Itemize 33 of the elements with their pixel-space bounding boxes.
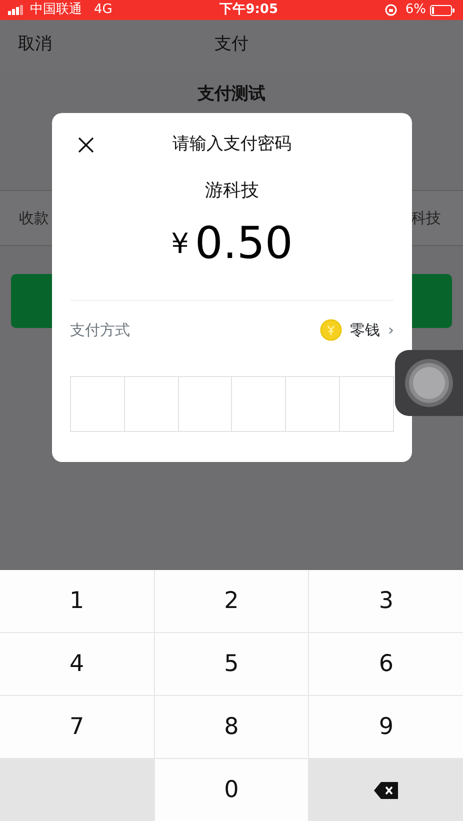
keypad-key[interactable]: 7 [0, 696, 154, 758]
payee-value: 科技 [411, 208, 441, 229]
keypad-key[interactable]: 5 [154, 633, 308, 695]
nav-title: 支付 [214, 33, 248, 56]
close-button[interactable] [76, 135, 96, 155]
dialog-title: 请输入支付密码 [172, 133, 292, 156]
backspace-icon [374, 782, 398, 798]
merchant-name: 游科技 [205, 180, 259, 201]
payment-amount: 0.50 [194, 222, 293, 266]
keypad-key[interactable]: 4 [0, 633, 154, 695]
keypad-key[interactable]: 2 [154, 570, 308, 632]
cancel-button[interactable]: 取消 [18, 32, 52, 58]
rotation-lock-icon [385, 4, 398, 16]
carrier-name: 中国联通 [30, 1, 82, 20]
status-time: 下午9:05 [218, 1, 280, 20]
keypad-key[interactable]: 0 [154, 759, 308, 821]
coin-icon [320, 319, 342, 341]
method-label: 支付方式 [70, 320, 130, 341]
keypad-key[interactable]: 9 [309, 696, 463, 758]
battery-icon [430, 4, 455, 16]
keypad-key[interactable]: 3 [309, 570, 463, 632]
keypad-key[interactable]: 6 [309, 633, 463, 695]
signal-icon [8, 5, 26, 15]
battery-percent: 6% [405, 1, 426, 20]
currency-symbol: ¥ [171, 230, 189, 258]
keypad-key[interactable]: 8 [154, 696, 308, 758]
assistive-touch-button[interactable] [395, 350, 463, 416]
chevron-icon: › [388, 318, 394, 342]
page-title: 支付测试 [198, 82, 266, 106]
method-value[interactable]: 零钱 [350, 318, 380, 342]
keypad-key[interactable]: 1 [0, 570, 154, 632]
network-type: 4G [94, 1, 112, 20]
payee-label: 收款 [19, 208, 49, 229]
